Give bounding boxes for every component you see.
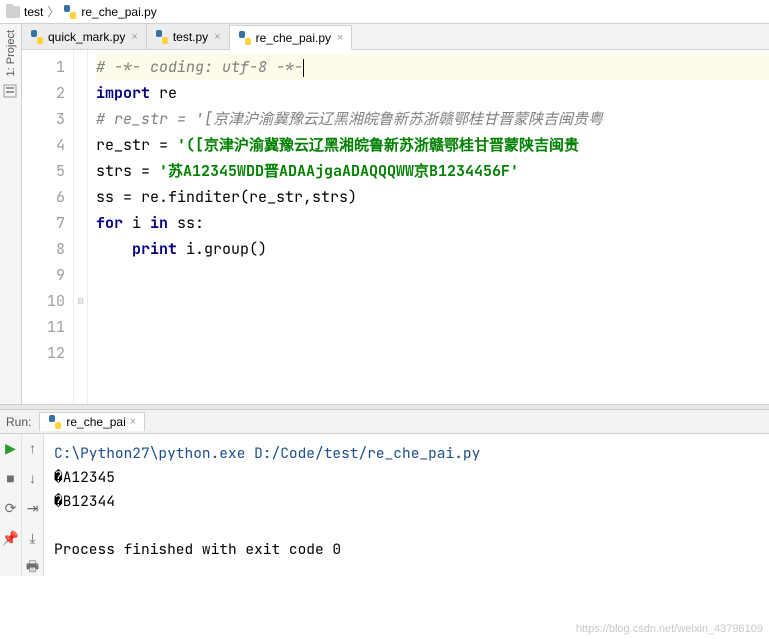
code-line[interactable]: ss = re.finditer(re_str,strs) [96,184,769,210]
python-file-icon [238,31,252,45]
run-tab[interactable]: re_che_pai × [39,412,145,431]
tab-label: test.py [173,30,208,44]
breadcrumb-file[interactable]: re_che_pai.py [63,5,156,19]
editor-tab[interactable]: quick_mark.py × [22,24,147,49]
breadcrumb-folder[interactable]: test [6,5,43,19]
tab-label: quick_mark.py [48,30,125,44]
console-command: C:\Python27\python.exe D:/Code/test/re_c… [54,444,480,463]
code-line[interactable]: # -*- coding: utf-8 -*- [96,54,769,80]
up-arrow-icon[interactable]: ↑ [25,440,41,456]
python-file-icon [155,30,169,44]
line-number-gutter: 123456789101112 [22,50,74,404]
editor-tab[interactable]: test.py × [147,24,230,49]
console-exit-line: Process finished with exit code 0 [54,540,341,559]
code-line[interactable]: re_str = '([京津沪渝冀豫云辽黑湘皖鲁新苏浙赣鄂桂甘晋蒙陕吉闽贵 [96,132,769,158]
python-file-icon [30,30,44,44]
restart-icon[interactable]: ⟳ [3,500,19,516]
console-line: �B12344 [54,492,115,511]
python-file-icon [48,415,62,429]
breadcrumb-file-label: re_che_pai.py [81,5,156,19]
run-toolbar-primary: ▶ ■ ⟳ 📌 [0,434,22,576]
breadcrumb: test 〉 re_che_pai.py [0,0,769,24]
run-toolbar-secondary: ↑ ↓ ⇥ ⤓ 🖶 [22,434,44,576]
close-icon[interactable]: × [214,31,220,43]
watermark: https://blog.csdn.net/weixin_43796109 [576,623,763,635]
run-tab-label: re_che_pai [66,415,125,429]
project-tool-label: 1: Project [5,30,17,76]
code-line[interactable]: print i.group() [96,236,769,262]
code-editor[interactable]: # -*- coding: utf-8 -*-import re# re_str… [88,50,769,404]
pin-icon[interactable]: 📌 [3,530,19,546]
structure-icon[interactable] [3,84,19,100]
chevron-right-icon: 〉 [47,3,59,20]
close-icon[interactable]: × [130,416,136,428]
close-icon[interactable]: × [131,31,137,43]
editor-tabs: quick_mark.py × test.py × re_che_pai.py × [22,24,769,50]
down-arrow-icon[interactable]: ↓ [25,470,41,486]
folder-icon [6,6,20,18]
project-tool-strip[interactable]: 1: Project [0,24,22,404]
code-line[interactable]: # re_str = '[京津沪渝冀豫云辽黑湘皖鲁新苏浙赣鄂桂甘晋蒙陕吉闽贵粤 [96,106,769,132]
soft-wrap-icon[interactable]: ⇥ [25,500,41,516]
fold-column: ⊟ [74,50,88,404]
code-line[interactable]: strs = '苏A12345WDD晋ADAAjgaADAQQQWW京B1234… [96,158,769,184]
run-panel-header: Run: re_che_pai × [0,410,769,434]
print-icon[interactable]: 🖶 [25,560,41,576]
python-file-icon [63,5,77,19]
rerun-icon[interactable]: ▶ [3,440,19,456]
console-line: �A12345 [54,468,115,487]
close-icon[interactable]: × [337,32,343,44]
run-label: Run: [6,415,31,429]
editor-tab[interactable]: re_che_pai.py × [230,25,353,50]
stop-icon[interactable]: ■ [3,470,19,486]
console-output[interactable]: C:\Python27\python.exe D:/Code/test/re_c… [44,434,769,576]
scroll-end-icon[interactable]: ⤓ [25,530,41,546]
code-line[interactable]: import re [96,80,769,106]
tab-label: re_che_pai.py [256,31,331,45]
code-line[interactable]: for i in ss: [96,210,769,236]
breadcrumb-folder-label: test [24,5,43,19]
